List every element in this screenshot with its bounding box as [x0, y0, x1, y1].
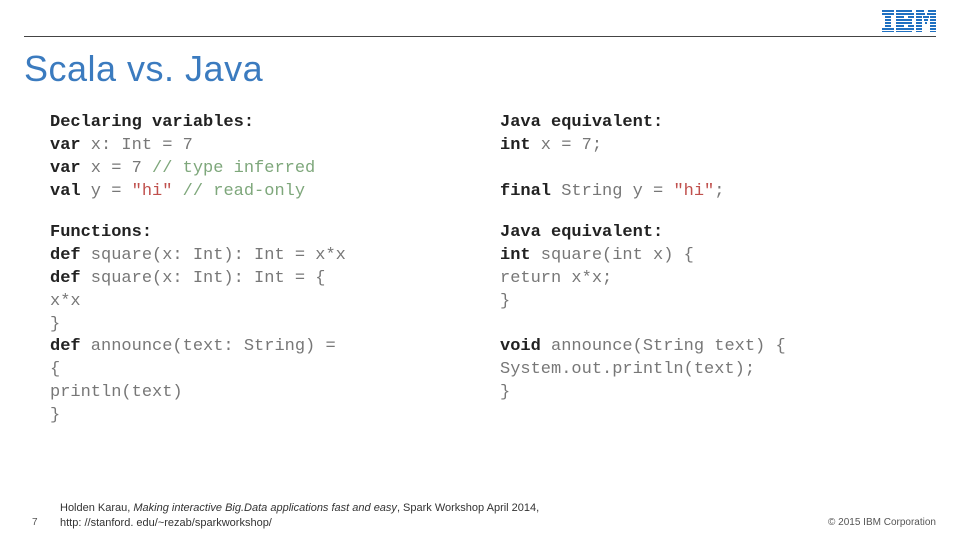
- code-line: int x = 7;: [500, 135, 910, 158]
- divider: [24, 36, 936, 37]
- java-declaring-block: Java equivalent: int x = 7; final String…: [500, 112, 910, 204]
- java-equivalent-header-1: Java equivalent:: [500, 112, 910, 135]
- java-equivalent-header-2: Java equivalent:: [500, 222, 910, 245]
- code-line: int square(int x) {: [500, 245, 910, 268]
- code-line: void announce(String text) {: [500, 336, 910, 359]
- code-line: def square(x: Int): Int = {: [50, 268, 460, 291]
- code-line: x*x: [50, 291, 460, 314]
- code-line: val y = "hi" // read-only: [50, 181, 460, 204]
- code-line: }: [50, 405, 460, 428]
- scala-declaring-header: Declaring variables:: [50, 112, 460, 135]
- citation-author: Holden Karau,: [60, 502, 133, 514]
- scala-declaring-block: Declaring variables: var x: Int = 7 var …: [50, 112, 460, 204]
- code-line: def square(x: Int): Int = x*x: [50, 245, 460, 268]
- code-line: return x*x;: [500, 268, 910, 291]
- content-columns: Declaring variables: var x: Int = 7 var …: [50, 112, 910, 446]
- code-line: System.out.println(text);: [500, 359, 910, 382]
- java-functions-block: Java equivalent: int square(int x) { ret…: [500, 222, 910, 406]
- citation-url: http: //stanford. edu/~rezab/sparkworksh…: [60, 517, 272, 529]
- code-line: [500, 158, 910, 181]
- code-line: println(text): [50, 382, 460, 405]
- scala-functions-block: Functions: def square(x: Int): Int = x*x…: [50, 222, 460, 428]
- java-column: Java equivalent: int x = 7; final String…: [500, 112, 910, 446]
- ibm-logo-icon: [882, 10, 936, 37]
- page-number: 7: [32, 517, 38, 528]
- code-line: [500, 314, 910, 337]
- code-line: def announce(text: String) =: [50, 336, 460, 359]
- code-line: final String y = "hi";: [500, 181, 910, 204]
- citation-rest: , Spark Workshop April 2014,: [397, 502, 539, 514]
- code-line: }: [50, 314, 460, 337]
- code-line: var x: Int = 7: [50, 135, 460, 158]
- scala-column: Declaring variables: var x: Int = 7 var …: [50, 112, 460, 446]
- code-line: {: [50, 359, 460, 382]
- slide: Scala vs. Java Declaring variables: var …: [0, 0, 960, 540]
- copyright: © 2015 IBM Corporation: [828, 517, 936, 528]
- citation: Holden Karau, Making interactive Big.Dat…: [60, 501, 539, 530]
- code-line: }: [500, 382, 910, 405]
- code-line: var x = 7 // type inferred: [50, 158, 460, 181]
- scala-functions-header: Functions:: [50, 222, 460, 245]
- code-line: }: [500, 291, 910, 314]
- slide-title: Scala vs. Java: [24, 48, 263, 90]
- citation-title: Making interactive Big.Data applications…: [133, 502, 397, 514]
